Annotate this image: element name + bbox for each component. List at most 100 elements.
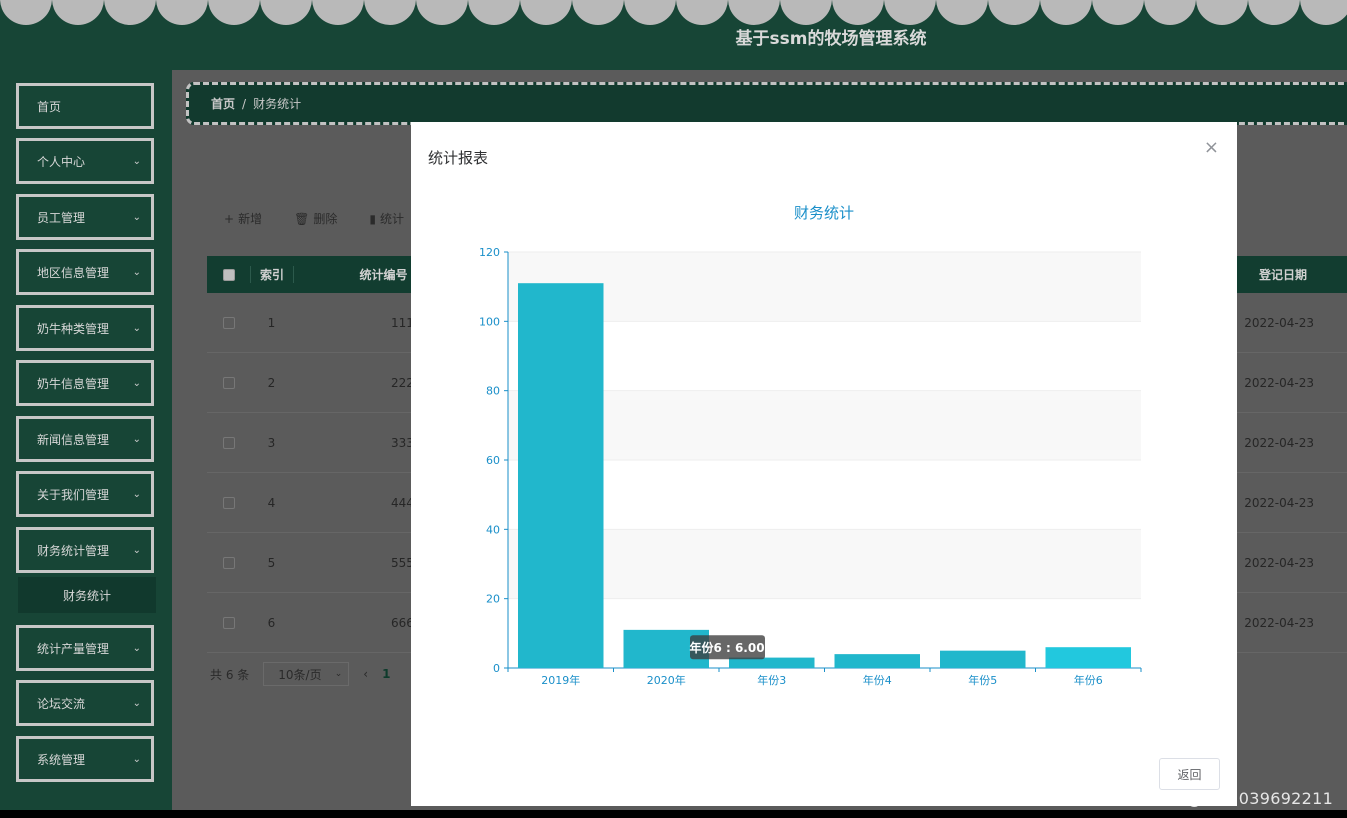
column-header-index: 索引 — [250, 266, 293, 283]
sidebar-item-finance[interactable]: 财务统计管理 ⌄ — [16, 527, 154, 573]
chart-title: 财务统计 — [794, 204, 854, 222]
chevron-down-icon: ⌄ — [132, 698, 141, 709]
scallop-decoration — [1300, 0, 1347, 25]
scallop-decoration — [312, 0, 364, 25]
row-index: 1 — [267, 315, 276, 330]
sidebar-item-regions[interactable]: 地区信息管理 ⌄ — [16, 249, 154, 295]
row-checkbox[interactable] — [207, 436, 250, 449]
row-checkbox[interactable] — [207, 616, 250, 629]
delete-button[interactable]: 🗑 删除 — [294, 210, 337, 227]
sidebar-subitem-finance-stats[interactable]: 财务统计 — [18, 577, 156, 613]
sidebar-item-cow-types[interactable]: 奶牛种类管理 ⌄ — [16, 305, 154, 351]
sidebar-item-forum[interactable]: 论坛交流 ⌄ — [16, 680, 154, 726]
stats-dialog: 统计报表 × 财务统计 0 20 40 60 80 100 120 2019年 2020年 年份3 年… — [411, 122, 1237, 806]
y-tick-label: 120 — [479, 246, 500, 259]
y-tick-label: 80 — [486, 385, 500, 398]
y-tick-label: 40 — [486, 523, 500, 536]
stats-button[interactable]: ▮ 统计 — [369, 210, 404, 227]
pagination: 共 6 条 10条/页 ⌄ ‹ 1 — [210, 662, 390, 686]
row-checkbox[interactable] — [207, 376, 250, 389]
row-date: 2022-04-23 — [1244, 315, 1314, 330]
row-index: 2 — [267, 375, 276, 390]
row-index: 6 — [267, 615, 276, 630]
add-button[interactable]: + 新增 — [224, 210, 262, 227]
chevron-down-icon: ⌄ — [132, 212, 141, 223]
chevron-down-icon: ⌄ — [132, 489, 141, 500]
column-header-date: 登记日期 — [1258, 268, 1307, 282]
sidebar-item-label: 地区信息管理 — [37, 265, 110, 280]
x-tick-label: 年份3 — [757, 673, 786, 687]
row-date: 2022-04-23 — [1244, 435, 1314, 450]
page-number[interactable]: 1 — [382, 667, 390, 681]
sidebar-item-label: 关于我们管理 — [37, 487, 110, 502]
x-tick-label: 年份4 — [863, 673, 892, 687]
sidebar-item-production[interactable]: 统计产量管理 ⌄ — [16, 625, 154, 671]
scallop-decoration — [936, 0, 988, 25]
sidebar-item-news[interactable]: 新闻信息管理 ⌄ — [16, 416, 154, 462]
x-tick-label: 年份5 — [968, 673, 997, 687]
scallop-decoration — [1040, 0, 1092, 25]
finance-bar-chart: 财务统计 0 20 40 60 80 100 120 2019年 2020年 年份3 年份4 年份5 年份… — [479, 204, 1142, 687]
sidebar-item-profile[interactable]: 个人中心 ⌄ — [16, 138, 154, 184]
toolbar: + 新增 🗑 删除 ▮ 统计 — [224, 210, 404, 227]
bar — [518, 283, 604, 668]
plus-icon: + — [224, 211, 235, 226]
app-title: 基于ssm的牧场管理系统 — [735, 29, 927, 49]
breadcrumb: 首页 / 财务统计 — [186, 82, 1347, 125]
row-checkbox[interactable] — [207, 556, 250, 569]
sidebar-item-home[interactable]: 首页 — [16, 83, 154, 129]
chevron-down-icon: ⌄ — [132, 267, 141, 278]
sidebar-item-label: 首页 — [37, 99, 62, 114]
scallop-decoration — [0, 0, 52, 25]
prev-page-icon[interactable]: ‹ — [363, 667, 368, 681]
sidebar-item-cow-info[interactable]: 奶牛信息管理 ⌄ — [16, 360, 154, 406]
scallop-decoration — [520, 0, 572, 25]
sidebar-item-label: 员工管理 — [37, 210, 86, 225]
select-all-checkbox[interactable] — [207, 268, 250, 281]
pagination-total: 共 6 条 — [210, 667, 250, 682]
sidebar-item-about[interactable]: 关于我们管理 ⌄ — [16, 471, 154, 517]
row-checkbox[interactable] — [207, 496, 250, 509]
scallop-decoration — [364, 0, 416, 25]
trash-icon: 🗑 — [294, 211, 310, 226]
sidebar-item-system[interactable]: 系统管理 ⌄ — [16, 736, 154, 782]
y-tick-label: 60 — [486, 454, 500, 467]
sidebar-item-label: 新闻信息管理 — [37, 432, 110, 447]
sidebar-item-label: 奶牛信息管理 — [37, 376, 110, 391]
scallop-decoration — [728, 0, 780, 25]
sidebar-item-employees[interactable]: 员工管理 ⌄ — [16, 194, 154, 240]
scallop-decoration — [884, 0, 936, 25]
watermark-text: CSDN @QQ1039692211 — [1134, 789, 1334, 808]
scallop-decoration — [572, 0, 624, 25]
breadcrumb-home[interactable]: 首页 — [211, 95, 235, 112]
row-date: 2022-04-23 — [1244, 615, 1314, 630]
y-tick-label: 100 — [479, 315, 500, 328]
y-tick-label: 20 — [486, 593, 500, 606]
sidebar-item-label: 论坛交流 — [37, 696, 86, 711]
scallop-decoration — [52, 0, 104, 25]
bar — [940, 650, 1026, 668]
bottom-bar — [0, 810, 1347, 818]
x-tick-label: 2020年 — [647, 673, 686, 687]
y-tick-label: 0 — [493, 662, 500, 675]
breadcrumb-separator: / — [242, 96, 247, 111]
bar — [1045, 647, 1131, 668]
back-button[interactable]: 返回 — [1159, 758, 1220, 790]
scallop-decoration — [1144, 0, 1196, 25]
chevron-down-icon: ⌄ — [132, 378, 141, 389]
close-icon[interactable]: × — [1204, 137, 1219, 158]
app-header: 基于ssm的牧场管理系统 — [0, 0, 1347, 70]
row-date: 2022-04-23 — [1244, 555, 1314, 570]
chart-tooltip-text: 年份6 : 6.00 — [689, 640, 764, 655]
chevron-down-icon: ⌄ — [132, 643, 141, 654]
row-checkbox[interactable] — [207, 316, 250, 329]
scallop-decoration — [1248, 0, 1300, 25]
chevron-down-icon: ⌄ — [132, 156, 141, 167]
row-index: 3 — [267, 435, 276, 450]
scallop-decoration — [208, 0, 260, 25]
stats-button-label: 统计 — [379, 212, 404, 226]
sidebar-item-label: 财务统计管理 — [37, 543, 110, 558]
dialog-title: 统计报表 — [428, 149, 489, 167]
chevron-down-icon: ⌄ — [132, 434, 141, 445]
page-size-select[interactable]: 10条/页 ⌄ — [263, 662, 350, 686]
